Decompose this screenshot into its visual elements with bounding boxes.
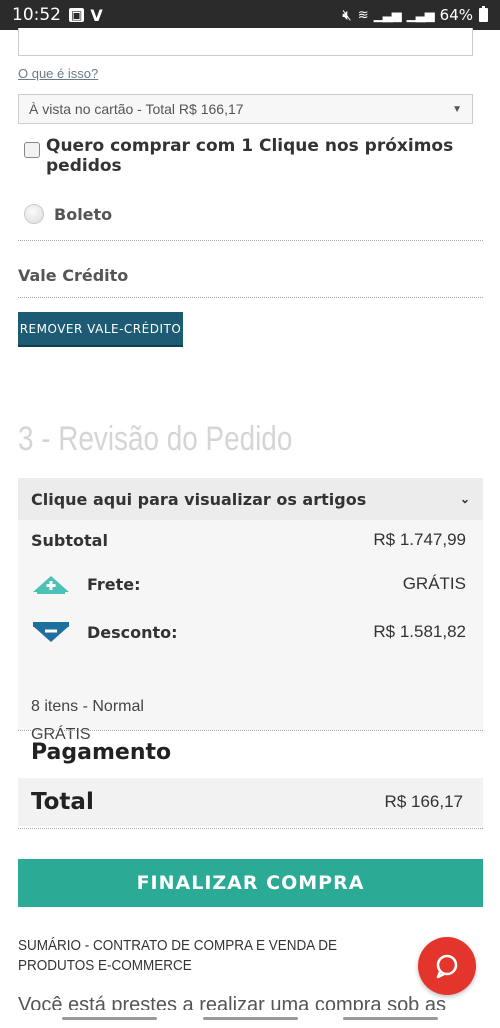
- one-click-option[interactable]: Quero comprar com 1 Clique nos próximos …: [24, 136, 479, 176]
- payment-title: Pagamento: [31, 740, 172, 765]
- subtotal-label: Subtotal: [31, 530, 108, 550]
- frete-row: Frete: GRÁTIS: [31, 572, 466, 596]
- desconto-label: Desconto:: [87, 622, 178, 642]
- review-section-title: 3 - Revisão do Pedido: [18, 420, 293, 458]
- divider: [18, 828, 483, 829]
- view-articles-label: Clique aqui para visualizar os artigos: [31, 489, 367, 509]
- chat-button[interactable]: [418, 937, 476, 995]
- items-summary: 8 itens - Normal: [31, 698, 144, 715]
- signal-icon-2: ▁▃▅: [406, 7, 435, 23]
- nav-recent-indicator[interactable]: [62, 1017, 157, 1020]
- frete-label: Frete:: [87, 574, 141, 594]
- installment-select-value: À vista no cartão - Total R$ 166,17: [29, 101, 244, 117]
- desconto-row: Desconto: R$ 1.581,82: [31, 620, 466, 644]
- desconto-minus-icon: [31, 620, 71, 644]
- total-box: Total R$ 166,17: [18, 778, 483, 826]
- chat-bubble-icon: [436, 954, 458, 979]
- boleto-option[interactable]: Boleto: [24, 204, 112, 224]
- what-is-this-link[interactable]: O que é isso?: [18, 66, 98, 81]
- installment-select[interactable]: À vista no cartão - Total R$ 166,17 ▼: [18, 94, 473, 124]
- card-input-field[interactable]: [18, 28, 473, 56]
- vale-credito-title: Vale Crédito: [18, 266, 129, 285]
- mute-icon: 🔇︎: [342, 6, 352, 24]
- nav-home-indicator[interactable]: [203, 1017, 298, 1020]
- one-click-checkbox[interactable]: [24, 142, 40, 158]
- nav-back-indicator[interactable]: [343, 1017, 438, 1020]
- subtotal-value: R$ 1.747,99: [373, 530, 466, 549]
- divider: [18, 730, 483, 731]
- total-label: Total: [31, 789, 94, 815]
- divider: [18, 240, 483, 241]
- one-click-label: Quero comprar com 1 Clique nos próximos …: [46, 136, 454, 176]
- boleto-label: Boleto: [54, 204, 113, 224]
- remove-vale-credito-button[interactable]: REMOVER VALE-CRÉDITO: [18, 312, 183, 347]
- subtotal-row: Subtotal R$ 1.747,99: [31, 530, 466, 550]
- total-value: R$ 166,17: [384, 792, 463, 811]
- battery-level: 64%: [439, 6, 473, 24]
- signal-icon: ▁▃▅: [373, 7, 402, 23]
- status-time: 10:52: [12, 5, 61, 25]
- frete-value: GRÁTIS: [402, 574, 466, 593]
- frete-plus-icon: [31, 572, 71, 596]
- gallery-notification-icon: ▣: [69, 8, 85, 22]
- desconto-value: R$ 1.581,82: [373, 622, 466, 641]
- boleto-radio[interactable]: [24, 204, 44, 224]
- dropdown-arrow-icon: ▼: [452, 103, 462, 115]
- view-articles-toggle[interactable]: Clique aqui para visualizar os artigos ⌄: [18, 478, 483, 520]
- status-right: 🔇︎ ≋ ▁▃▅ ▁▃▅ 64%: [342, 6, 488, 24]
- v-notification-icon: V: [90, 5, 103, 25]
- order-summary: Subtotal R$ 1.747,99 Frete: GRÁTIS Desco…: [18, 520, 483, 743]
- wifi-icon: ≋: [357, 7, 369, 23]
- divider: [18, 297, 483, 298]
- status-bar: 10:52 ▣ V 🔇︎ ≋ ▁▃▅ ▁▃▅ 64%: [0, 0, 500, 30]
- system-nav-bar: [0, 1010, 500, 1028]
- contract-summary-title: SUMÁRIO - CONTRATO DE COMPRA E VENDA DE …: [18, 937, 338, 974]
- finalize-purchase-button[interactable]: FINALIZAR COMPRA: [18, 859, 483, 907]
- chevron-down-icon: ⌄: [459, 492, 470, 506]
- battery-icon: [479, 6, 488, 22]
